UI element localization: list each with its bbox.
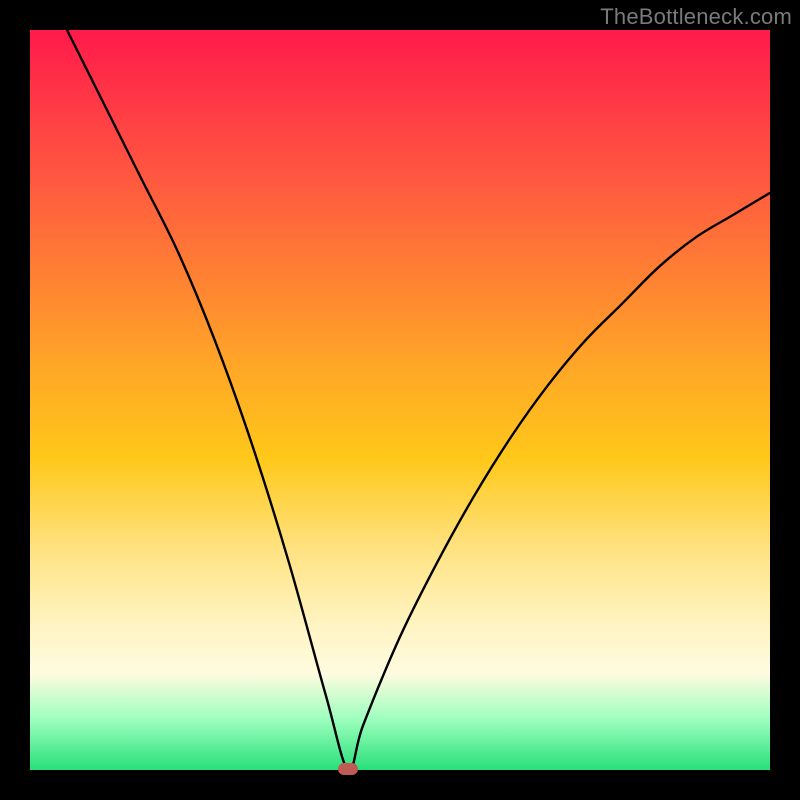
chart-frame: TheBottleneck.com (0, 0, 800, 800)
curve-line (67, 30, 770, 771)
plot-area (30, 30, 770, 770)
bottleneck-curve (30, 30, 770, 770)
watermark-text: TheBottleneck.com (600, 4, 792, 30)
nadir-marker (338, 763, 358, 775)
